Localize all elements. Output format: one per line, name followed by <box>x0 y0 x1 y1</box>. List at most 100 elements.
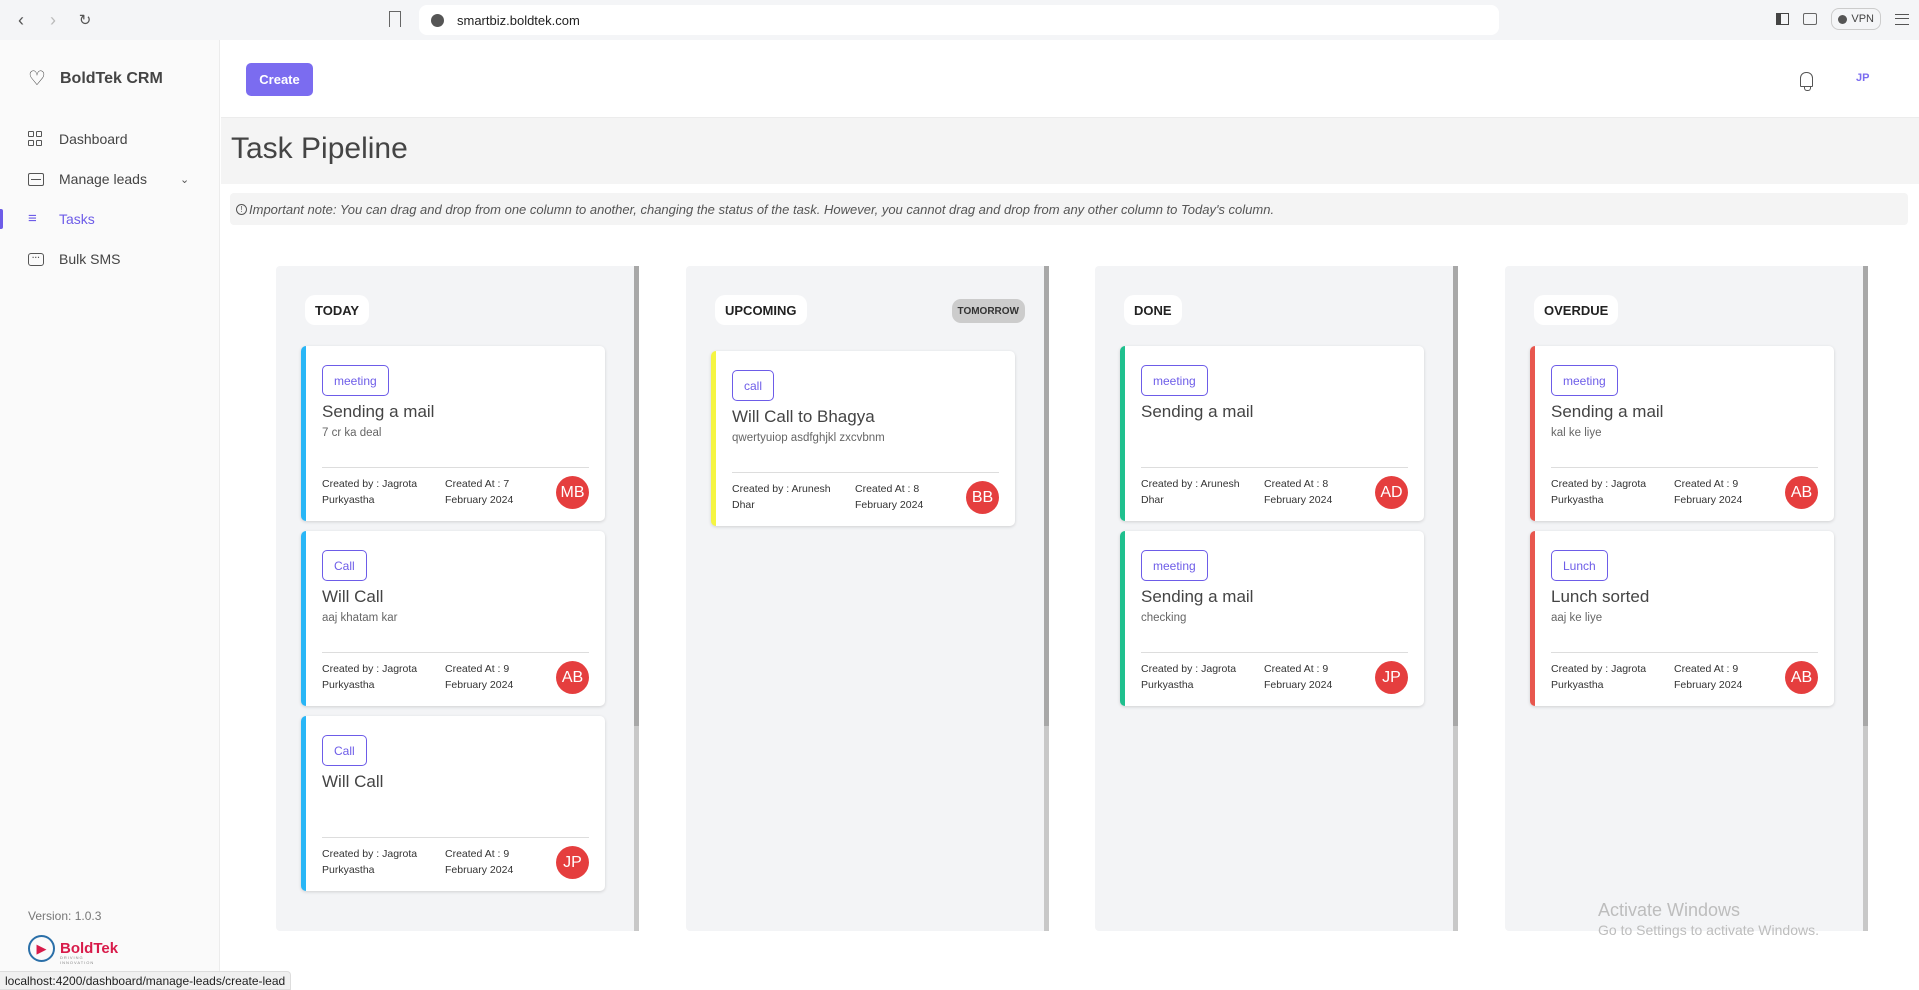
column-scrollbar[interactable] <box>1044 266 1049 931</box>
column-overdue[interactable]: OVERDUE meeting Sending a mail kal ke liye C… <box>1505 266 1868 931</box>
card-divider <box>732 472 999 473</box>
task-tag: meeting <box>1141 550 1208 581</box>
task-card[interactable]: meeting Sending a mail kal ke liye Created … <box>1530 346 1834 521</box>
reload-icon[interactable]: ↻ <box>73 8 97 32</box>
card-divider <box>322 652 589 653</box>
task-description: 7 cr ka deal <box>322 427 382 439</box>
assignee-avatar[interactable]: MB <box>556 476 589 509</box>
column-title: TODAY <box>305 295 370 325</box>
windows-activation-watermark: Activate Windows Go to Settings to activ… <box>1598 900 1819 938</box>
task-card[interactable]: Lunch Lunch sorted aaj ke liye Created by :… <box>1530 531 1834 706</box>
column-scrollbar[interactable] <box>1453 266 1458 931</box>
site-info-icon[interactable] <box>431 14 444 27</box>
column-title: UPCOMING <box>715 295 807 325</box>
task-created-at: Created At : 8 February 2024 <box>855 483 924 511</box>
task-title: Lunch sorted <box>1551 587 1650 606</box>
task-title: Will Call <box>322 772 384 791</box>
scrollbar-thumb[interactable] <box>1863 266 1868 726</box>
assignee-avatar[interactable]: JP <box>1375 661 1408 694</box>
column-today[interactable]: TODAY meeting Sending a mail 7 cr ka deal Cr… <box>276 266 639 931</box>
brand-name: BoldTek CRM <box>60 70 163 87</box>
task-card[interactable]: meeting Sending a mail 7 cr ka deal Created… <box>301 346 605 521</box>
task-created-at: Created At : 9 February 2024 <box>445 663 514 691</box>
browser-menu-icon[interactable] <box>1895 13 1909 25</box>
column-scrollbar[interactable] <box>634 266 639 931</box>
task-created-at: Created At : 9 February 2024 <box>1264 663 1333 691</box>
task-tag: meeting <box>1141 365 1208 396</box>
task-card[interactable]: call Will Call to Bhagya qwertyuiop asdfgh… <box>711 351 1015 526</box>
assignee-avatar[interactable]: AB <box>1785 476 1818 509</box>
wallet-icon[interactable] <box>1803 13 1818 25</box>
footer-logo: ▶ BoldTek DRIVING INNOVATION <box>28 935 118 965</box>
app-version: Version: 1.0.3 <box>28 909 102 923</box>
task-created-by: Created by : Arunesh Dhar <box>732 483 831 511</box>
chevron-down-icon[interactable]: ⌄ <box>180 173 189 186</box>
create-button[interactable]: Create <box>246 63 313 96</box>
task-card[interactable]: Call Will Call aaj khatam kar Created by : … <box>301 531 605 706</box>
task-created-by: Created by : Jagrota Purkyastha <box>1551 663 1647 691</box>
sidebar-item-manage-leads[interactable]: Manage leads ⌄ <box>0 161 220 197</box>
task-created-by: Created by : Jagrota Purkyastha <box>1551 478 1647 506</box>
bookmark-icon[interactable] <box>389 11 401 27</box>
task-created-at: Created At : 9 February 2024 <box>1674 478 1743 506</box>
vpn-label: VPN <box>1851 13 1874 25</box>
forward-icon[interactable]: › <box>41 8 65 32</box>
task-created-at: Created At : 8 February 2024 <box>1264 478 1333 506</box>
assignee-avatar[interactable]: JP <box>556 846 589 879</box>
task-tag: meeting <box>322 365 389 396</box>
scrollbar-thumb[interactable] <box>634 266 639 726</box>
column-title: OVERDUE <box>1534 295 1619 325</box>
user-avatar[interactable]: JP <box>1856 72 1869 84</box>
sidebar-item-bulk-sms[interactable]: ··· Bulk SMS <box>0 241 220 277</box>
back-icon[interactable]: ‹ <box>9 8 33 32</box>
card-divider <box>322 837 589 838</box>
task-card[interactable]: Call Will Call Created by : Jagrota Purkya… <box>301 716 605 891</box>
task-description: aaj ke liye <box>1551 612 1603 624</box>
assignee-avatar[interactable]: AB <box>556 661 589 694</box>
sidebar-item-dashboard[interactable]: Dashboard <box>0 121 220 157</box>
status-bar-url: localhost:4200/dashboard/manage-leads/cr… <box>0 971 292 990</box>
scrollbar-thumb[interactable] <box>1453 266 1458 726</box>
column-title: DONE <box>1124 295 1182 325</box>
sidebar-item-label: Tasks <box>59 211 95 227</box>
browser-toolbar: ‹ › ↻ smartbiz.boldtek.com VPN <box>0 0 1919 40</box>
column-badge: TOMORROW <box>951 299 1025 323</box>
task-title: Will Call <box>322 587 384 606</box>
url-text: smartbiz.boldtek.com <box>457 12 580 28</box>
address-bar[interactable]: smartbiz.boldtek.com <box>419 5 1499 35</box>
task-card[interactable]: meeting Sending a mail Created by : Arunes… <box>1120 346 1424 521</box>
task-created-by: Created by : Arunesh Dhar <box>1141 478 1240 506</box>
assignee-avatar[interactable]: BB <box>966 481 999 514</box>
scrollbar-thumb[interactable] <box>1044 266 1049 726</box>
brand[interactable]: ♡ BoldTek CRM <box>28 68 163 90</box>
vpn-status-icon <box>1838 14 1848 24</box>
assignee-avatar[interactable]: AD <box>1375 476 1408 509</box>
important-note: ! Important note: You can drag and drop … <box>230 193 1908 225</box>
task-tag: call <box>732 370 775 401</box>
inbox-tray-icon <box>28 173 44 186</box>
heart-handshake-logo-icon: ♡ <box>28 68 46 90</box>
sidepanel-icon[interactable] <box>1776 13 1790 25</box>
task-tag: meeting <box>1551 365 1618 396</box>
column-scrollbar[interactable] <box>1863 266 1868 931</box>
task-created-by: Created by : Jagrota Purkyastha <box>322 848 418 876</box>
notification-bell-icon[interactable] <box>1800 72 1813 91</box>
vpn-button[interactable]: VPN <box>1831 8 1881 30</box>
column-done[interactable]: DONE meeting Sending a mail Created by : Ar… <box>1095 266 1458 931</box>
task-card[interactable]: meeting Sending a mail checking Created by … <box>1120 531 1424 706</box>
task-description: checking <box>1141 612 1187 624</box>
chat-bubble-icon: ··· <box>28 252 44 266</box>
layers-stack-icon: ≡ <box>28 210 37 227</box>
assignee-avatar[interactable]: AB <box>1785 661 1818 694</box>
sidebar-item-tasks[interactable]: ≡ Tasks <box>0 201 220 237</box>
task-description: kal ke liye <box>1551 427 1602 439</box>
task-created-by: Created by : Jagrota Purkyastha <box>322 663 418 691</box>
play-logo-icon: ▶ <box>28 935 55 962</box>
task-description: aaj khatam kar <box>322 612 398 624</box>
card-divider <box>1551 652 1818 653</box>
task-created-at: Created At : 9 February 2024 <box>445 848 514 876</box>
active-indicator <box>0 209 3 229</box>
card-divider <box>1551 467 1818 468</box>
sidebar-item-label: Manage leads <box>59 171 147 187</box>
column-upcoming[interactable]: UPCOMING TOMORROW call Will Call to Bhagya q… <box>686 266 1049 931</box>
